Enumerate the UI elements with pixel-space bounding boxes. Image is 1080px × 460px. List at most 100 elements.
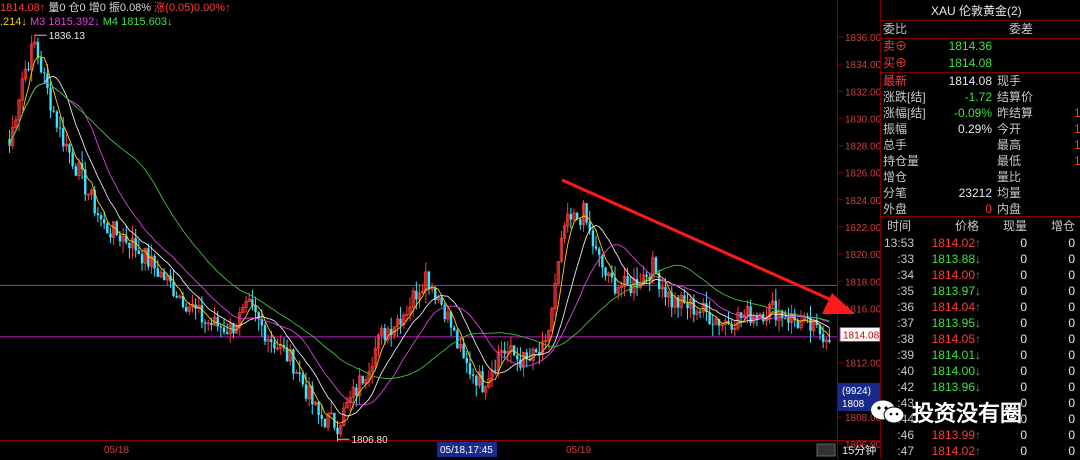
candle-body (200, 305, 204, 323)
stat-label-2: 量比 (997, 170, 1022, 184)
candle-body (664, 287, 667, 298)
candle-body (109, 233, 112, 238)
candle-body (106, 223, 109, 234)
candle-body (686, 302, 689, 309)
tick-row[interactable]: :37 1813.95↓ 0 0 (881, 315, 1080, 332)
stat-value: -0.09% (953, 106, 992, 120)
quote-panel: XAU 伦敦黄金(2) 委比 委差 卖⊕ 1814.36 买⊕ 1814.08 … (880, 0, 1080, 459)
candle-body (604, 267, 607, 276)
candle-body (128, 242, 131, 249)
candle-body (115, 221, 118, 235)
tick-time: :39 (897, 348, 914, 362)
tick-row[interactable]: :35 1813.97↓ 0 0 (881, 283, 1080, 300)
tick-oi: 0 (1068, 380, 1075, 394)
y-tick-label: 1834.00 (845, 60, 880, 71)
candle-body (210, 322, 213, 325)
candle-body (534, 349, 538, 353)
tick-row[interactable]: :40 1814.00↓ 0 0 (881, 363, 1080, 380)
candle-body (39, 57, 43, 73)
candle-body (203, 322, 207, 324)
candle-body (698, 311, 702, 313)
tick-volume: 0 (1020, 348, 1027, 362)
stat-label-2: 最低 (997, 154, 1022, 168)
candle-body (317, 402, 320, 416)
stat-row: 振幅 0.29% 今开 18 (881, 121, 1080, 138)
candle-body (304, 384, 308, 399)
candle-body (626, 276, 629, 285)
buy-row: 买⊕ 1814.08 (881, 55, 1080, 72)
tick-time: :33 (897, 252, 914, 266)
watermark: 投资没有圈 (870, 392, 1022, 432)
kline-svg[interactable]: 1836.00 1834.00 1832.00 1830.00 1828.00 1826.… (0, 0, 880, 459)
tick-price: 1814.02↑ (931, 236, 981, 250)
up-arrow-icon: ↑ (39, 2, 46, 14)
trend-arrow-line (561, 178, 837, 304)
tick-row[interactable]: :34 1814.00↑ 0 0 (881, 267, 1080, 284)
stat-value-2: 18 (1074, 122, 1080, 136)
stat-row: 持仓量 最低 18 (881, 153, 1080, 170)
tick-time: :47 (897, 444, 914, 458)
tick-price: 1813.88↓ (931, 252, 981, 266)
candle-body (493, 370, 497, 372)
y-tick-label: 1832.00 (845, 87, 880, 98)
tick-row[interactable]: :47 1814.02↑ 0 0 (881, 443, 1080, 460)
change-value: 涨(0.05)0.00%↑ (154, 2, 231, 14)
bid-ratio-label: 委比 (883, 22, 908, 36)
stat-label-2: 现手 (997, 74, 1022, 88)
tick-oi: 0 (1068, 428, 1075, 442)
buy-value: 1814.08 (948, 56, 992, 70)
stat-row: 分笔 23212 均量 (881, 185, 1080, 202)
tick-row[interactable]: :36 1814.04↑ 0 0 (881, 299, 1080, 316)
scroll-button (816, 443, 836, 457)
candle-body (184, 307, 188, 312)
candle-body (58, 127, 62, 129)
tick-volume: 0 (1020, 268, 1027, 282)
tick-row[interactable]: :33 1813.88↓ 0 0 (881, 251, 1080, 268)
candle-body (301, 374, 305, 385)
stat-value-2: 18 (1074, 154, 1080, 168)
tick-volume: 0 (1020, 236, 1027, 250)
candle-body (263, 325, 267, 342)
tick-time: :40 (897, 364, 914, 378)
tick-time: 13:53 (884, 236, 915, 250)
stat-value: 23212 (958, 186, 992, 200)
candle-body (784, 318, 787, 320)
candle-body (298, 372, 301, 375)
stat-label-2: 昨结算 (997, 106, 1034, 120)
x-axis-label: 05/18 (104, 445, 129, 456)
bid-ratio-row: 委比 委差 (881, 21, 1080, 38)
candle-body (440, 297, 443, 305)
kline-chart[interactable]: 1836.00 1834.00 1832.00 1830.00 1828.00 1826.… (0, 0, 880, 459)
candle-body (68, 144, 71, 153)
volume-tag-label: (9924) (842, 386, 871, 397)
candle-body (96, 213, 100, 216)
candle-body (427, 271, 431, 290)
sell-value: 1814.36 (948, 39, 992, 53)
tick-row[interactable]: :39 1814.01↓ 0 0 (881, 347, 1080, 364)
candle-body (172, 281, 175, 296)
tick-price: 1814.00↓ (931, 364, 981, 378)
tick-row[interactable]: :38 1814.05↑ 0 0 (881, 331, 1080, 348)
candle-body (591, 230, 595, 247)
tick-volume: 0 (1020, 444, 1027, 458)
tick-price: 1814.02↑ (931, 444, 981, 458)
stat-row: 增仓 量比 (881, 169, 1080, 186)
candle-body (270, 339, 273, 343)
candle-body (471, 374, 475, 376)
sell-label: 卖⊕ (883, 39, 908, 53)
candle-body (594, 246, 598, 249)
ma3-value: M3 1815.392↓ (29, 16, 100, 28)
panel-title-row: XAU 伦敦黄金(2) (881, 3, 1080, 20)
candle-body (452, 327, 456, 331)
candle-body (774, 300, 778, 321)
tick-row[interactable]: 13:53 1814.02↑ 0 0 (881, 235, 1080, 252)
candle-body (323, 418, 327, 428)
ticks-header: 时间 价格 现量 增仓 (881, 218, 1080, 235)
candle-body (61, 128, 65, 147)
candle-body (796, 320, 800, 328)
amplitude-value: 振0.08% (108, 2, 152, 14)
candle-body (516, 355, 519, 360)
candle-body (415, 290, 418, 300)
candle-body (787, 318, 790, 323)
tick-oi: 0 (1068, 412, 1075, 426)
